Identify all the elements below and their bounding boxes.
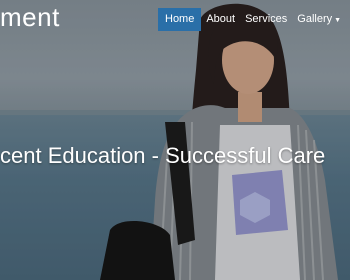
dark-overlay [0, 0, 350, 280]
nav-home[interactable]: Home [158, 8, 202, 31]
nav-overflow-item[interactable]: C [346, 8, 350, 31]
nav-about[interactable]: About [201, 8, 240, 31]
hero-banner [0, 0, 350, 280]
main-nav: Home About Services Gallery▼ C [158, 8, 350, 31]
hero-tagline: cent Education - Successful Care [0, 143, 326, 168]
nav-services[interactable]: Services [240, 8, 292, 31]
nav-gallery-label: Gallery [297, 13, 333, 25]
nav-gallery[interactable]: Gallery ▼ [292, 8, 346, 31]
site-brand[interactable]: ment [0, 2, 60, 33]
caret-down-icon: ▼ [334, 17, 342, 24]
